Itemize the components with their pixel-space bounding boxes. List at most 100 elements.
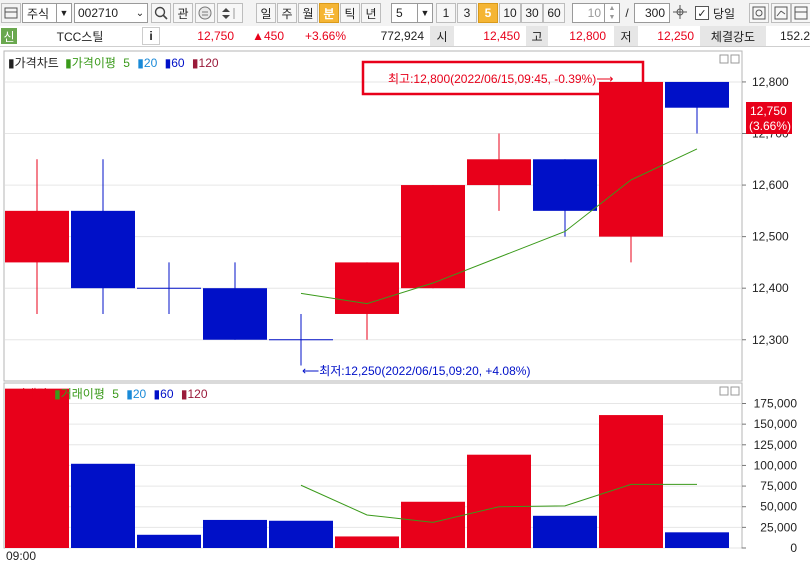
- period-tick-button[interactable]: 틱: [340, 3, 360, 23]
- low-annotation: ⟵최저:12,250(2022/06/15,09:20, +4.08%): [302, 364, 530, 378]
- chevron-down-icon: ⌄: [135, 7, 145, 19]
- volume-bar: [665, 532, 729, 548]
- volume-tick-label: 150,000: [754, 417, 798, 431]
- volume-tick-label: 175,000: [754, 397, 798, 411]
- interval-10-button[interactable]: 10: [499, 3, 521, 23]
- total-count-value: 300: [644, 6, 665, 20]
- low-label: 저: [614, 26, 638, 46]
- today-checkbox[interactable]: ✓ 당일: [695, 3, 745, 23]
- volume-tick-label: 50,000: [760, 500, 797, 514]
- volume-bar: [335, 536, 399, 548]
- crosshair-icon[interactable]: [671, 3, 691, 23]
- volume-bar: [203, 519, 267, 548]
- price-tick-label: 12,500: [752, 230, 789, 244]
- volume-value: 772,924: [380, 29, 424, 43]
- volume-bar: [533, 515, 597, 548]
- price-legend-ma5: 5: [123, 56, 130, 70]
- candle-body: [5, 210, 69, 263]
- current-price: 12,750: [197, 29, 234, 43]
- candle-body: [203, 288, 267, 340]
- stock-chart[interactable]: 12,30012,40012,50012,60012,70012,800 025…: [0, 47, 810, 562]
- volume-legend-main: 거래량: [15, 387, 48, 401]
- strength-value: 152.2: [780, 29, 810, 43]
- high-value: 12,800: [569, 29, 606, 43]
- price-legend-ma20: 20: [144, 56, 158, 70]
- volume-bar: [137, 534, 201, 548]
- price-tick-label: 12,400: [752, 281, 789, 295]
- interval-30-button[interactable]: 30: [521, 3, 543, 23]
- high-annotation: 최고:12,800(2022/06/15,09:45, -0.39%)⟶: [388, 72, 613, 86]
- candle-body: [533, 159, 597, 211]
- period-month-button[interactable]: 월: [298, 3, 318, 23]
- volume-legend-ma5: 5: [112, 387, 119, 401]
- candle-body: [665, 81, 729, 108]
- info-button[interactable]: i: [142, 27, 160, 45]
- chevron-down-icon: ▼: [417, 4, 432, 22]
- lock-icon[interactable]: [195, 3, 215, 23]
- layout-icon[interactable]: [791, 3, 810, 23]
- volume-legend-ma-label: 거래이평: [61, 387, 105, 401]
- volume-bar: [599, 415, 663, 548]
- price-legend[interactable]: ▮가격차트 ▮가격이평 5 ▮20 ▮60 ▮120: [8, 56, 219, 70]
- credit-badge: 신: [1, 28, 17, 44]
- period-day-button[interactable]: 일: [256, 3, 276, 23]
- price-legend-ma120: 120: [199, 56, 219, 70]
- volume-bar: [401, 501, 465, 548]
- volume-tick-label: 25,000: [760, 520, 797, 534]
- interval-select[interactable]: 5 ▼: [391, 3, 433, 23]
- price-tick-label: 12,300: [752, 333, 789, 347]
- price-legend-ma60: 60: [171, 56, 185, 70]
- volume-tick-label: 100,000: [754, 458, 798, 472]
- volume-bar: [467, 454, 531, 548]
- interval-60-button[interactable]: 60: [543, 3, 565, 23]
- total-count-input[interactable]: 300: [634, 3, 670, 23]
- candle-body: [401, 185, 465, 289]
- volume-tick-label: 75,000: [760, 479, 797, 493]
- stepper-arrows-icon: ▲ ▼: [604, 4, 619, 22]
- stock-code-input[interactable]: 002710 ⌄: [74, 3, 148, 23]
- stock-code-value: 002710: [78, 6, 119, 20]
- period-year-button[interactable]: 년: [361, 3, 381, 23]
- interval-value: 5: [396, 6, 403, 20]
- settings-icon[interactable]: [749, 3, 769, 23]
- indicator-icon[interactable]: [771, 3, 791, 23]
- market-type-select[interactable]: 주식 ▼: [22, 3, 72, 23]
- interval-1-button[interactable]: 1: [436, 3, 456, 23]
- price-legend-ma-label: 가격이평: [72, 56, 116, 70]
- chevron-down-icon: ▼: [56, 4, 71, 22]
- candle-body: [467, 159, 531, 186]
- price-tick-label: 12,600: [752, 178, 789, 192]
- scroll-stepper-icon[interactable]: [217, 3, 243, 23]
- change-percent: +3.66%: [304, 29, 346, 43]
- x-axis-start-label: 09:00: [6, 549, 36, 562]
- volume-bar: [269, 520, 333, 548]
- market-type-value: 주식: [27, 6, 50, 21]
- volume-legend-ma60: 60: [160, 387, 174, 401]
- info-bar: 신 TCC스틸 i 12,750 ▲450 +3.66% 772,924 시 1…: [0, 26, 810, 47]
- slash-separator: /: [625, 6, 629, 20]
- period-minute-button[interactable]: 분: [319, 3, 339, 23]
- toolbar: 주식 ▼ 002710 ⌄ 관 일 주 월 분 틱 년 5 ▼ 1 3 5 10…: [0, 0, 810, 27]
- period-week-button[interactable]: 주: [277, 3, 297, 23]
- volume-legend-ma20: 20: [133, 387, 147, 401]
- watch-button[interactable]: 관: [173, 3, 193, 23]
- low-value: 12,250: [657, 29, 694, 43]
- search-icon[interactable]: [151, 3, 171, 23]
- volume-bar: [71, 463, 135, 548]
- interval-5-button[interactable]: 5: [478, 3, 498, 23]
- interval-3-button[interactable]: 3: [457, 3, 477, 23]
- volume-tick-label: 125,000: [754, 438, 798, 452]
- current-price-tag-value: 12,750: [750, 104, 787, 118]
- volume-tick-label: 0: [790, 541, 797, 555]
- checkmark-icon: ✓: [695, 6, 709, 20]
- open-label: 시: [430, 26, 454, 46]
- high-label: 고: [526, 26, 548, 46]
- price-change: ▲450: [252, 29, 284, 43]
- price-tick-label: 12,800: [752, 75, 789, 89]
- candle-body: [599, 81, 663, 237]
- chart-menu-icon[interactable]: [1, 3, 21, 23]
- count-stepper[interactable]: 10 ▲ ▼: [572, 3, 620, 23]
- volume-legend-ma120: 120: [187, 387, 207, 401]
- strength-label: 체결강도: [700, 26, 766, 46]
- count-value: 10: [587, 6, 601, 20]
